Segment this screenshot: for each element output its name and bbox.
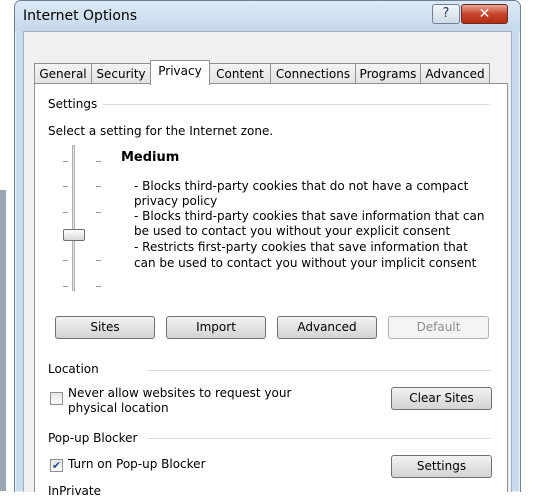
help-icon: ? [442, 6, 450, 21]
never-allow-location-label[interactable]: Never allow websites to request your [68, 386, 291, 401]
privacy-level-name: Medium [121, 150, 180, 165]
background-window-edge [0, 190, 6, 491]
slider-track[interactable] [72, 145, 75, 291]
slider-thumb[interactable] [63, 229, 85, 241]
close-button[interactable]: ✕ [461, 4, 508, 24]
description-line: - Blocks third-party cookies that do not… [134, 179, 469, 193]
tab-privacy[interactable]: Privacy [150, 60, 210, 85]
popup-blocker-label[interactable]: Turn on Pop-up Blocker [68, 457, 206, 472]
tab-content[interactable]: Content [209, 63, 271, 83]
advanced-button[interactable]: Advanced [277, 316, 377, 339]
description-line: - Restricts first-party cookies that sav… [134, 240, 468, 254]
tab-connections[interactable]: Connections [270, 63, 356, 83]
popup-group-label: Pop-up Blocker [48, 431, 144, 445]
sites-button[interactable]: Sites [55, 316, 155, 339]
settings-group-line [103, 104, 491, 105]
close-icon: ✕ [478, 6, 491, 22]
zone-intro-text: Select a setting for the Internet zone. [48, 124, 274, 138]
popup-group-line [147, 438, 491, 439]
popup-blocker-checkbox[interactable]: ✔ [50, 459, 63, 472]
settings-group-label: Settings [48, 97, 104, 111]
clear-sites-button[interactable]: Clear Sites [391, 387, 492, 410]
import-button[interactable]: Import [166, 316, 266, 339]
location-group-line [147, 370, 491, 371]
checkmark-icon: ✔ [51, 459, 62, 472]
popup-settings-button[interactable]: Settings [391, 455, 492, 478]
tab-security[interactable]: Security [91, 63, 151, 83]
tab-general[interactable]: General [34, 63, 92, 83]
location-group-label: Location [48, 362, 105, 376]
window-title: Internet Options [23, 8, 138, 24]
description-line: can be used to contact you without your … [134, 256, 477, 270]
tab-programs[interactable]: Programs [355, 63, 421, 83]
never-allow-location-label-line2[interactable]: physical location [68, 401, 169, 416]
never-allow-location-checkbox[interactable] [50, 392, 63, 405]
inprivate-group-label: InPrivate [48, 484, 101, 498]
tab-advanced[interactable]: Advanced [420, 63, 490, 83]
title-bar[interactable]: Internet Options ? ✕ [15, 1, 520, 31]
description-line: be used to contact you without your expl… [134, 224, 451, 238]
description-line: privacy policy [134, 194, 218, 208]
description-line: - Blocks third-party cookies that save i… [134, 209, 485, 223]
default-button[interactable]: Default [388, 316, 489, 339]
help-button[interactable]: ? [432, 4, 460, 24]
